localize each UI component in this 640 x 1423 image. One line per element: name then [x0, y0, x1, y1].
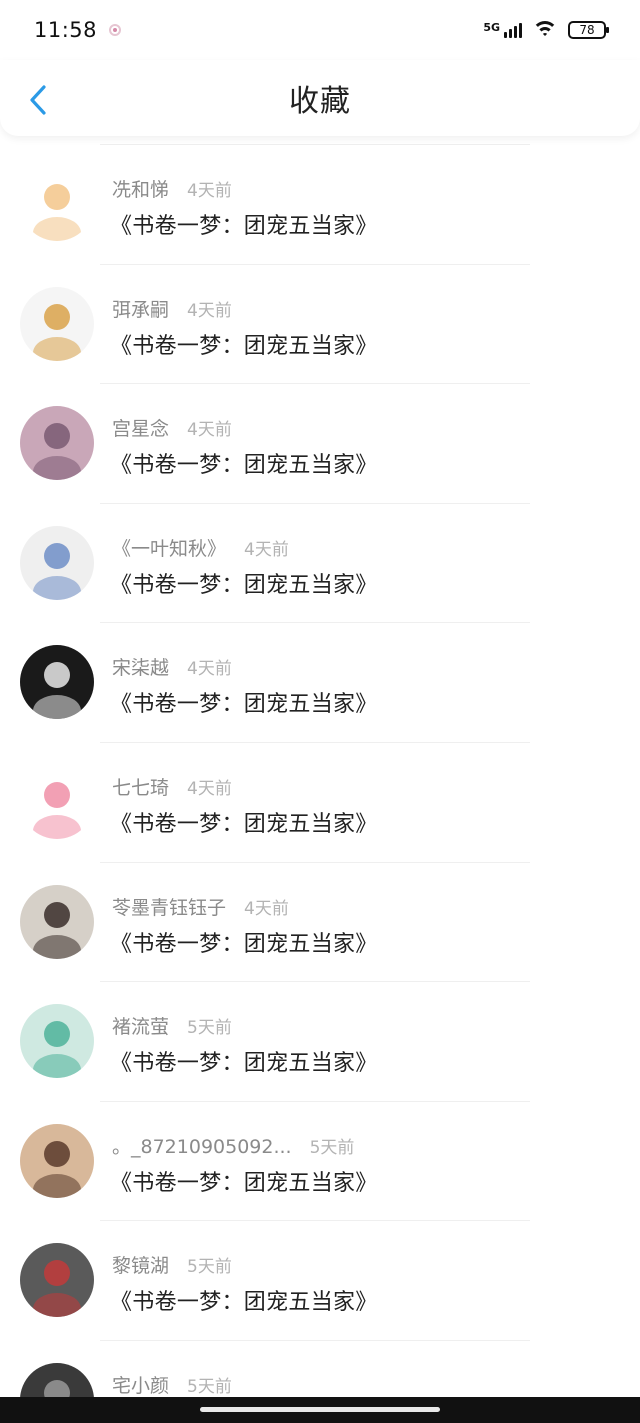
- avatar-image: [33, 901, 81, 959]
- timestamp: 4天前: [187, 659, 232, 680]
- avatar-image: [33, 1140, 81, 1198]
- user-name[interactable]: 冼和悌: [112, 175, 169, 202]
- user-name[interactable]: 褚流萤: [112, 1012, 169, 1039]
- book-title[interactable]: 《书卷一梦：团宠五当家》: [110, 328, 378, 360]
- book-title[interactable]: 《书卷一梦：团宠五当家》: [110, 926, 378, 958]
- avatar-image: [33, 542, 81, 600]
- list-item[interactable]: 褚流萤 5天前《书卷一梦：团宠五当家》: [0, 979, 640, 1099]
- user-name[interactable]: 《一叶知秋》: [112, 534, 226, 561]
- avatar-image: [33, 662, 81, 720]
- signal-icon: 5G: [483, 20, 522, 38]
- avatar[interactable]: [20, 1243, 94, 1318]
- timestamp: 4天前: [244, 898, 289, 919]
- timestamp: 5天前: [187, 1018, 232, 1039]
- timestamp: 4天前: [244, 539, 289, 560]
- avatar-image: [33, 781, 81, 839]
- timestamp: 5天前: [187, 1376, 232, 1397]
- item-meta: 弭承嗣 4天前: [112, 295, 232, 322]
- wifi-icon: [532, 20, 558, 40]
- user-name[interactable]: 弭承嗣: [112, 295, 169, 322]
- page-title: 收藏: [289, 84, 351, 119]
- item-meta: 苓墨青钰钰子 4天前: [112, 893, 289, 920]
- book-title[interactable]: 《书卷一梦：团宠五当家》: [110, 1284, 378, 1316]
- favorites-list: 冼和悌 4天前 《书卷一梦：团宠五当家》 弭承嗣 4天前 《书卷一梦：团宠五当家》 宫星念 4…: [0, 142, 640, 1423]
- list-item[interactable]: 黎镜湖 5天前《书卷一梦：团宠五当家》: [0, 1218, 640, 1338]
- avatar[interactable]: [20, 1123, 94, 1198]
- signal-bar: [519, 22, 522, 38]
- avatar[interactable]: [20, 286, 94, 361]
- notification-icon: [109, 24, 122, 36]
- avatar-image: [33, 423, 81, 481]
- signal-bar: [504, 31, 507, 38]
- timestamp: 4天前: [187, 778, 232, 799]
- list-item[interactable]: 宫星念 4天前《书卷一梦：团宠五当家》: [0, 381, 640, 501]
- status-time: 11:58: [34, 18, 98, 42]
- status-indicators: 5G 78: [483, 20, 609, 40]
- avatar[interactable]: [20, 645, 94, 720]
- item-meta: 黎镜湖 5天前: [112, 1251, 232, 1278]
- timestamp: 5天前: [187, 1257, 232, 1278]
- book-title[interactable]: 《书卷一梦：团宠五当家》: [110, 567, 378, 599]
- item-meta: 《一叶知秋》 4天前: [112, 534, 289, 561]
- timestamp: 5天前: [309, 1137, 355, 1158]
- avatar[interactable]: [20, 1004, 94, 1079]
- user-name[interactable]: 黎镜湖: [112, 1251, 169, 1278]
- user-name[interactable]: 七七琦: [112, 773, 169, 800]
- item-meta: 宅小颜 5天前: [112, 1371, 232, 1398]
- book-title[interactable]: 《书卷一梦：团宠五当家》: [110, 447, 378, 479]
- list-item[interactable]: 七七琦 4天前《书卷一梦：团宠五当家》: [0, 740, 640, 860]
- signal-bar: [509, 28, 512, 38]
- list-item[interactable]: 宋柒越 4天前《书卷一梦：团宠五当家》: [0, 620, 640, 740]
- network-type: 5G: [483, 20, 500, 34]
- item-meta: 。_87210905092... 5天前: [112, 1132, 354, 1159]
- item-meta: 褚流萤 5天前: [112, 1012, 232, 1039]
- book-title[interactable]: 《书卷一梦：团宠五当家》: [110, 1045, 378, 1077]
- back-button[interactable]: [22, 82, 54, 118]
- system-navigation-bar: [0, 1397, 640, 1423]
- list-item[interactable]: 苓墨青钰钰子 4天前《书卷一梦：团宠五当家》: [0, 860, 640, 980]
- avatar-image: [33, 184, 81, 241]
- item-meta: 冼和悌 4天前: [112, 175, 232, 202]
- user-name[interactable]: 宫星念: [112, 414, 169, 441]
- list-item[interactable]: 。_87210905092... 5天前《书卷一梦：团宠五当家》: [0, 1099, 640, 1219]
- timestamp: 4天前: [187, 420, 232, 441]
- book-title[interactable]: 《书卷一梦：团宠五当家》: [110, 1165, 378, 1197]
- avatar[interactable]: [20, 884, 94, 959]
- avatar-image: [33, 1021, 81, 1079]
- chevron-left-icon: [30, 85, 46, 115]
- item-meta: 宫星念 4天前: [112, 414, 232, 441]
- avatar-image: [33, 303, 81, 361]
- user-name[interactable]: 宋柒越: [112, 653, 169, 680]
- battery-icon: 78: [568, 21, 609, 39]
- list-item[interactable]: 冼和悌 4天前《书卷一梦：团宠五当家》: [0, 142, 640, 262]
- user-name[interactable]: 苓墨青钰钰子: [112, 893, 226, 920]
- user-name[interactable]: 宅小颜: [112, 1371, 169, 1398]
- user-name[interactable]: 。_87210905092...: [112, 1132, 292, 1159]
- signal-bar: [514, 25, 517, 38]
- book-title[interactable]: 《书卷一梦：团宠五当家》: [110, 686, 378, 718]
- home-indicator[interactable]: [200, 1407, 440, 1412]
- list-item[interactable]: 弭承嗣 4天前《书卷一梦：团宠五当家》: [0, 262, 640, 382]
- avatar-image: [33, 1260, 81, 1318]
- item-meta: 宋柒越 4天前: [112, 653, 232, 680]
- avatar[interactable]: [20, 764, 94, 839]
- book-title[interactable]: 《书卷一梦：团宠五当家》: [110, 208, 378, 240]
- status-bar: 11:58 5G 78: [0, 0, 640, 60]
- avatar[interactable]: [20, 406, 94, 481]
- timestamp: 4天前: [187, 181, 232, 201]
- item-meta: 七七琦 4天前: [112, 773, 232, 800]
- nav-bar: 收藏: [0, 60, 640, 136]
- book-title[interactable]: 《书卷一梦：团宠五当家》: [110, 806, 378, 838]
- list-item[interactable]: 《一叶知秋》 4天前《书卷一梦：团宠五当家》: [0, 501, 640, 621]
- avatar[interactable]: [20, 525, 94, 600]
- avatar[interactable]: [20, 167, 94, 241]
- timestamp: 4天前: [187, 300, 232, 321]
